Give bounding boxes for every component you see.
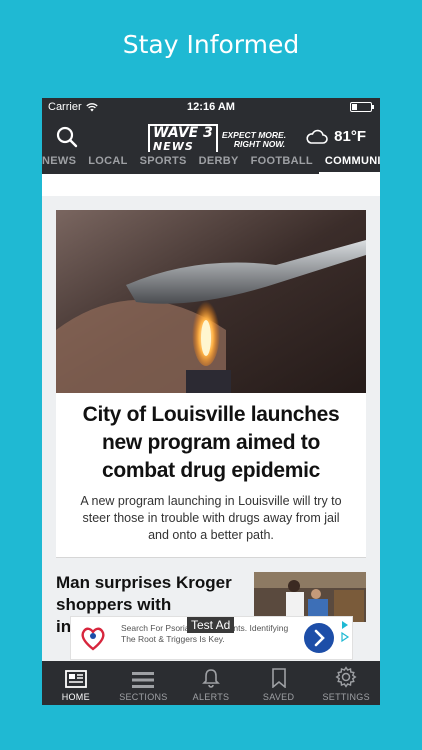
status-bar: Carrier 12:16 AM (42, 98, 380, 116)
weather-widget[interactable]: 81°F (306, 128, 366, 145)
tab-community[interactable]: COMMUNITY (318, 152, 380, 174)
phone-screen: Carrier 12:16 AM WAVE 3 NEWS EXPECT MORE… (42, 98, 380, 705)
temperature: 81°F (334, 128, 366, 145)
banner-ad[interactable]: Search For Psoriasis Treatments. Identif… (70, 616, 353, 660)
lead-story-headline: City of Louisville launches new program … (82, 403, 340, 482)
lead-story-summary: A new program launching in Louisville wi… (80, 494, 342, 542)
tab-derby[interactable]: DERBY (193, 152, 245, 167)
tab-alerts-label: ALERTS (192, 692, 230, 702)
tab-home[interactable]: HOME (42, 661, 110, 705)
tab-local[interactable]: LOCAL (82, 152, 133, 167)
tab-settings-label: SETTINGS (322, 692, 370, 702)
bookmark-icon (271, 668, 286, 688)
tab-news[interactable]: NEWS (42, 152, 82, 167)
tab-sports[interactable]: SPORTS (134, 152, 193, 167)
menu-icon (132, 672, 155, 688)
ad-go-button[interactable] (304, 623, 334, 653)
newspaper-icon (64, 670, 87, 688)
tab-saved[interactable]: SAVED (245, 661, 313, 705)
battery-icon (350, 102, 374, 112)
tab-alerts[interactable]: ALERTS (177, 661, 245, 705)
test-ad-label: Test Ad (187, 617, 235, 633)
lead-story-card[interactable]: City of Louisville launches new program … (56, 210, 366, 558)
tab-home-label: HOME (61, 692, 90, 702)
logo-tagline: EXPECT MORE. RIGHT NOW. (221, 130, 287, 149)
search-icon (56, 126, 78, 148)
lead-story-image (56, 210, 366, 393)
status-time: 12:16 AM (187, 101, 235, 113)
promo-title: Stay Informed (122, 30, 300, 59)
bell-icon (202, 669, 220, 688)
tab-sections[interactable]: SECTIONS (110, 661, 178, 705)
cloud-icon (306, 129, 328, 144)
tab-sections-label: SECTIONS (119, 692, 168, 702)
section-tabs: NEWS LOCAL SPORTS DERBY FOOTBALL COMMUNI… (42, 152, 380, 174)
chevron-right-icon (314, 629, 325, 647)
search-button[interactable] (56, 126, 78, 153)
story-thumbnail (254, 572, 366, 622)
story-feed: City of Louisville launches new program … (42, 196, 380, 661)
story-item[interactable]: Man surprises Kroger shoppers with incre… (56, 557, 366, 636)
tab-football[interactable]: FOOTBALL (245, 152, 319, 167)
ad-logo-icon (81, 627, 105, 651)
bottom-tab-bar: HOME SECTIONS ALERTS SAVED SETTINGS (42, 661, 380, 705)
adchoices-icon[interactable] (340, 619, 350, 643)
gear-icon (335, 666, 357, 688)
tab-saved-label: SAVED (262, 692, 295, 702)
tab-settings[interactable]: SETTINGS (312, 661, 380, 705)
